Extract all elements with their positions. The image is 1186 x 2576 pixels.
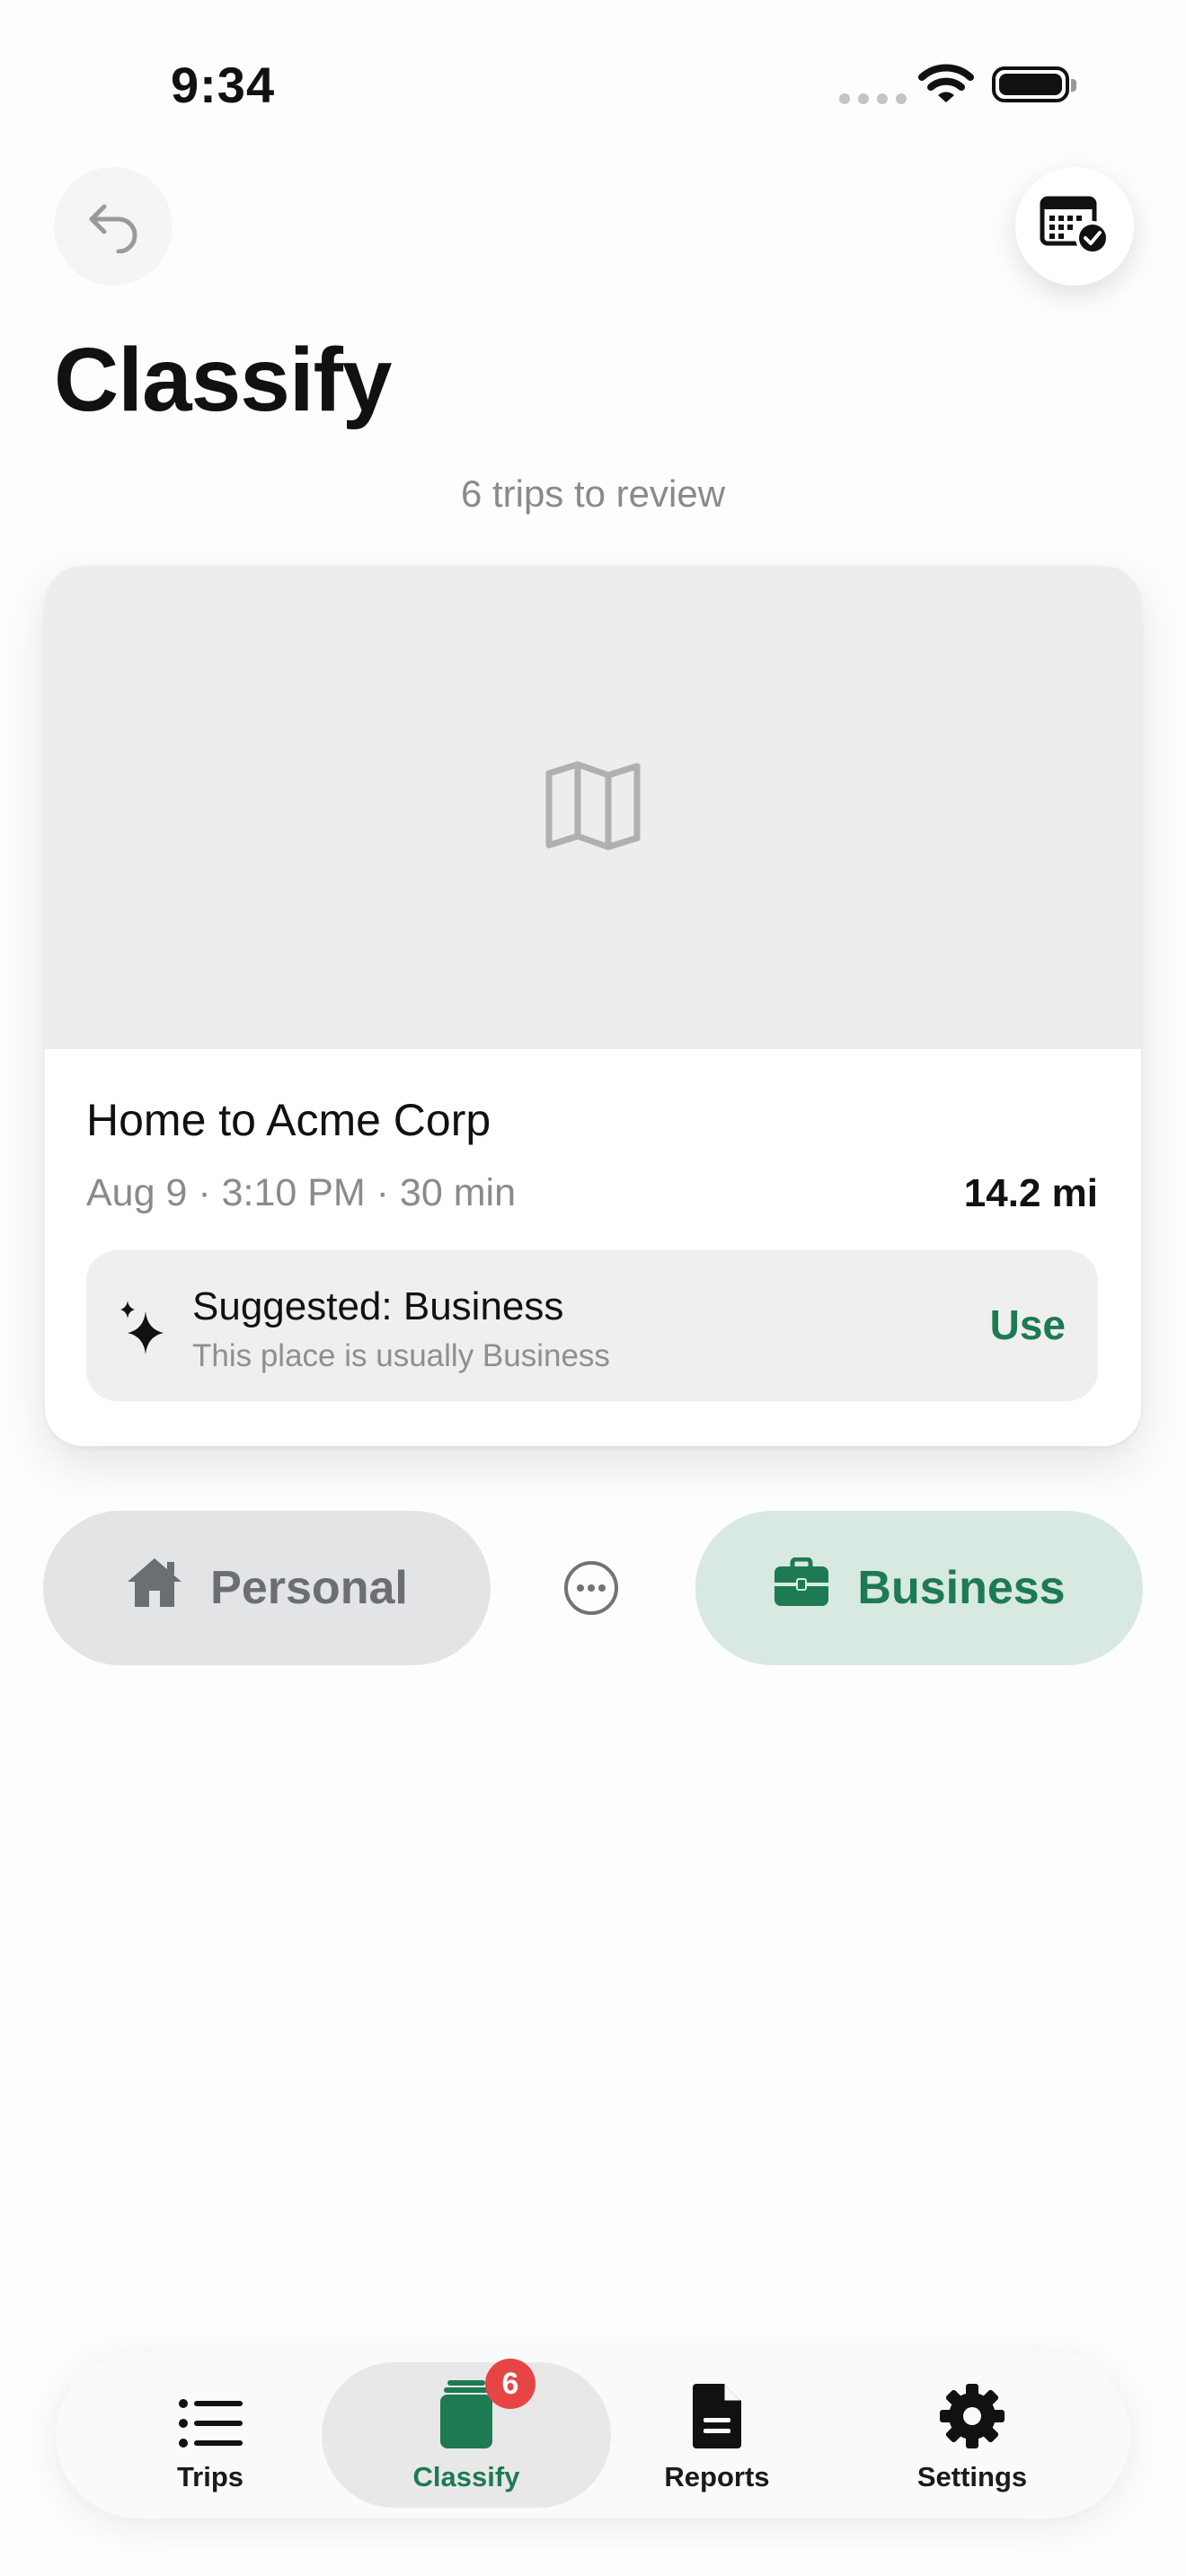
business-label: Business [857, 1562, 1066, 1614]
suggestion-title: Suggested: Business [192, 1284, 564, 1328]
undo-button[interactable] [54, 167, 173, 286]
undo-icon [84, 196, 142, 258]
trips-to-review-count: 6 trips to review [460, 472, 726, 515]
personal-label: Personal [210, 1562, 408, 1614]
trip-meta: Aug 9 · 3:10 PM · 30 min [86, 1171, 516, 1214]
tab-reports-label: Reports [664, 2461, 770, 2492]
map-placeholder [45, 566, 1141, 1049]
calendar-check-icon [1039, 193, 1111, 260]
classify-count-badge: 6 [485, 2359, 535, 2409]
business-button[interactable]: Business [695, 1511, 1143, 1665]
tab-trips[interactable]: Trips [75, 2362, 345, 2508]
map-icon [544, 761, 642, 855]
suggestion-subtitle: This place is usually Business [192, 1338, 610, 1373]
cellular-signal-icon [839, 93, 907, 104]
trip-distance: 14.2 mi [963, 1171, 1098, 1215]
tab-trips-label: Trips [176, 2461, 244, 2492]
page-title: Classify [54, 330, 393, 430]
wifi-icon [918, 63, 974, 110]
tab-settings-label: Settings [916, 2461, 1028, 2492]
use-suggestion-button[interactable]: Use [990, 1301, 1066, 1349]
tab-classify-label: Classify [412, 2461, 520, 2492]
trip-title: Home to Acme Corp [86, 1095, 491, 1145]
tab-settings[interactable]: Settings [837, 2362, 1107, 2508]
gear-icon [938, 2368, 1006, 2450]
suggestion-box: Suggested: Business This place is usuall… [86, 1250, 1098, 1401]
calendar-check-button[interactable] [1015, 167, 1134, 286]
personal-button[interactable]: Personal [43, 1511, 491, 1665]
ellipsis-circle-icon [562, 1561, 620, 1620]
house-icon [126, 1557, 183, 1620]
tab-reports[interactable]: Reports [582, 2362, 852, 2508]
trip-card[interactable]: Home to Acme Corp Aug 9 · 3:10 PM · 30 m… [45, 566, 1141, 1446]
sparkle-icon [119, 1299, 165, 1361]
briefcase-icon [773, 1557, 830, 1619]
more-options-button[interactable] [562, 1559, 620, 1617]
tab-bar: Trips 6 Classify Reports Settings [56, 2351, 1130, 2519]
document-icon [691, 2368, 743, 2450]
battery-icon [992, 66, 1076, 102]
status-time: 9:34 [171, 57, 276, 113]
list-icon [178, 2368, 243, 2450]
tab-classify[interactable]: 6 Classify [322, 2359, 611, 2508]
